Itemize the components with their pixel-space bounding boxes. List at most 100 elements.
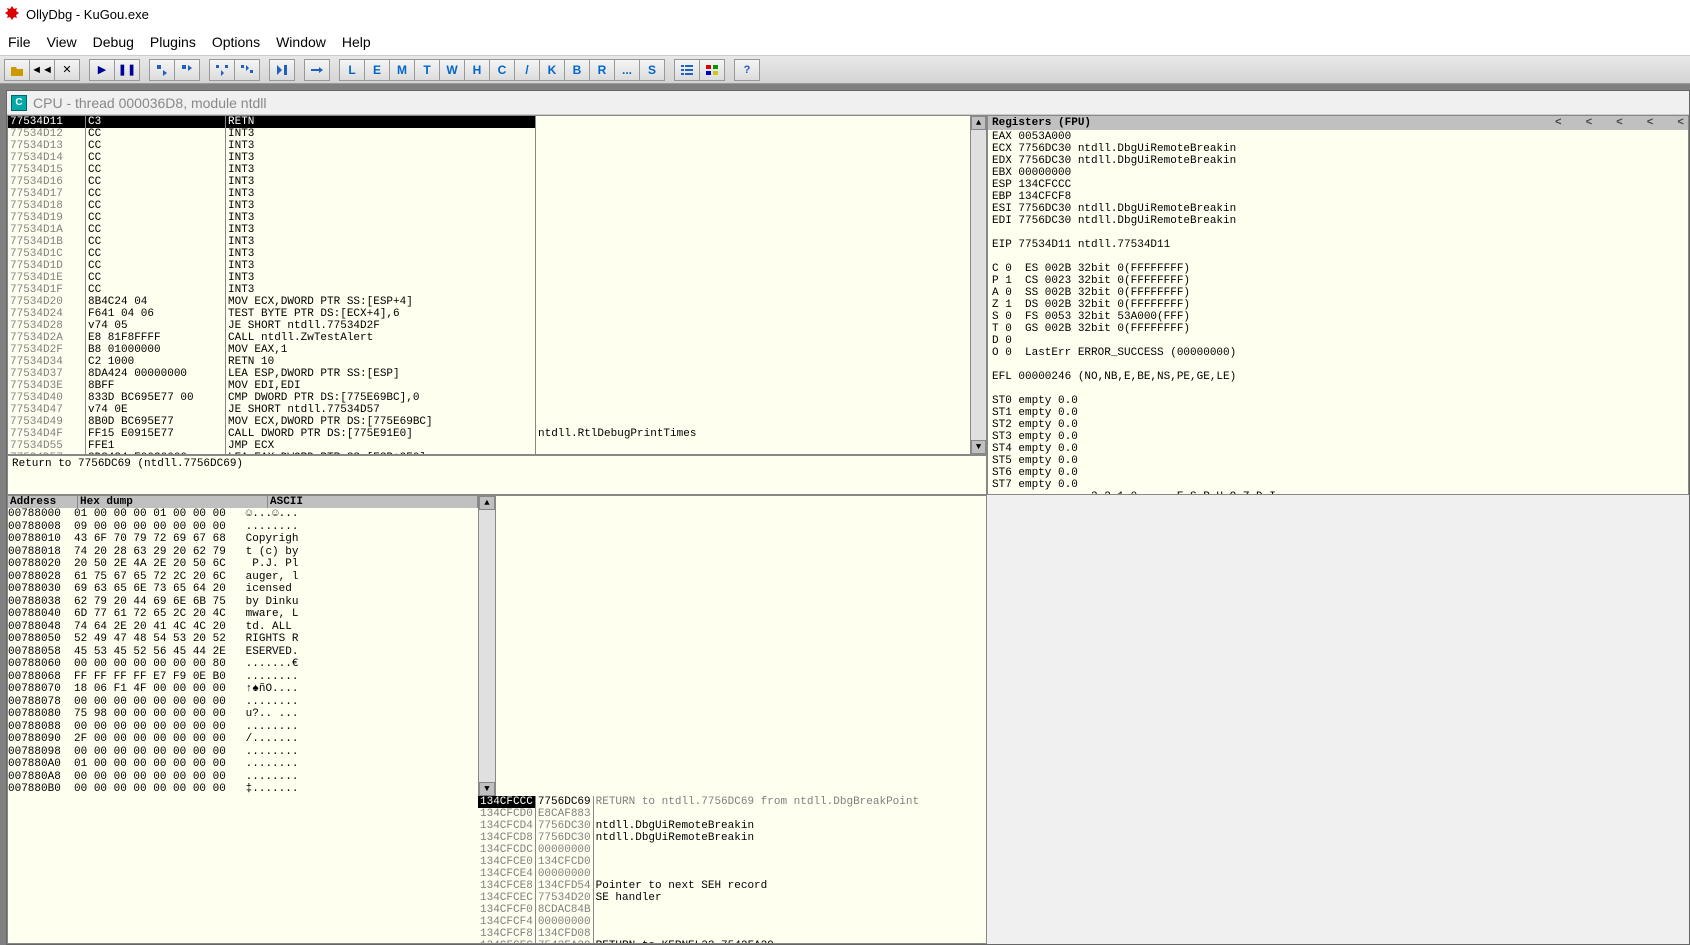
- stack-comment: [594, 844, 921, 856]
- window-...-button[interactable]: ...: [614, 59, 640, 81]
- cpu-window: C CPU - thread 000036D8, module ntdll 77…: [6, 90, 1690, 945]
- disasm-comment: [536, 284, 970, 296]
- stack-pane[interactable]: 134CFCCC134CFCD0134CFCD4134CFCD8134CFCDC…: [478, 796, 496, 945]
- step-into-button[interactable]: [149, 59, 175, 81]
- appearance-grid-button[interactable]: [699, 59, 725, 81]
- disasm-instruction: INT3: [226, 140, 535, 152]
- disasm-bytes: CC: [86, 152, 225, 164]
- dump-row: 00788078 00 00 00 00 00 00 00 00 .......…: [8, 696, 478, 709]
- menu-plugins[interactable]: Plugins: [150, 34, 196, 50]
- stack-value: 134CFD54: [536, 880, 593, 892]
- dump-pane[interactable]: Address Hex dump ASCII 00788000 01 00 00…: [7, 495, 987, 944]
- scroll-up-icon[interactable]: ▲: [971, 116, 986, 130]
- dump-row: 00788028 61 75 67 65 72 2C 20 6C auger, …: [8, 571, 478, 584]
- dump-row: 00788010 43 6F 70 79 72 69 67 68 Copyrig…: [8, 533, 478, 546]
- disasm-address: 77534D1E: [8, 272, 85, 284]
- help-button[interactable]: ?: [734, 59, 760, 81]
- disasm-bytes: CC: [86, 164, 225, 176]
- stack-comment: [594, 928, 921, 940]
- menu-options[interactable]: Options: [212, 34, 260, 50]
- dump-row: 007880B0 00 00 00 00 00 00 00 00 ‡......…: [8, 783, 478, 796]
- disasm-bytes: F641 04 06: [86, 308, 225, 320]
- appearance-list-button[interactable]: [674, 59, 700, 81]
- disasm-bytes: v74 05: [86, 320, 225, 332]
- stack-comment: SE handler: [594, 892, 921, 904]
- window-b-button[interactable]: B: [564, 59, 590, 81]
- run-button[interactable]: ▶: [89, 59, 115, 81]
- rewind-button[interactable]: ◄◄: [29, 59, 55, 81]
- window-/-button[interactable]: /: [514, 59, 540, 81]
- disasm-comment: [536, 440, 970, 452]
- menu-file[interactable]: File: [8, 34, 31, 50]
- menu-help[interactable]: Help: [342, 34, 371, 50]
- disasm-instruction: INT3: [226, 236, 535, 248]
- disasm-instruction: INT3: [226, 260, 535, 272]
- window-s-button[interactable]: S: [639, 59, 665, 81]
- disasm-comment: [536, 188, 970, 200]
- stack-value: 77534D20: [536, 892, 593, 904]
- disasm-scrollbar[interactable]: ▲ ▼: [970, 116, 986, 454]
- disasm-bytes: CC: [86, 272, 225, 284]
- dump-scrollbar[interactable]: ▲ ▼: [478, 496, 496, 796]
- info-pane[interactable]: Return to 7756DC69 (ntdll.7756DC69): [7, 455, 987, 495]
- disasm-comment: [536, 212, 970, 224]
- window-m-button[interactable]: M: [389, 59, 415, 81]
- disasm-comment: [536, 308, 970, 320]
- execute-till-return-button[interactable]: [269, 59, 295, 81]
- window-h-button[interactable]: H: [464, 59, 490, 81]
- toolbar: ◄◄ ✕ ▶ ❚❚ LEMTWHC/KBR...S ?: [0, 56, 1690, 84]
- window-c-button[interactable]: C: [489, 59, 515, 81]
- disassembly-pane[interactable]: 77534D1177534D1277534D1377534D1477534D15…: [7, 115, 987, 455]
- window-t-button[interactable]: T: [414, 59, 440, 81]
- stack-value: 8CDAC84B: [536, 904, 593, 916]
- stack-value: E8CAF883: [536, 808, 593, 820]
- window-e-button[interactable]: E: [364, 59, 390, 81]
- cpu-titlebar[interactable]: C CPU - thread 000036D8, module ntdll: [7, 91, 1689, 115]
- window-l-button[interactable]: L: [339, 59, 365, 81]
- register-nav-arrows[interactable]: <<<<<: [1555, 117, 1684, 129]
- disasm-instruction: INT3: [226, 248, 535, 260]
- open-button[interactable]: [4, 59, 30, 81]
- stack-address: 134CFCCC: [478, 796, 535, 808]
- menu-window[interactable]: Window: [276, 34, 326, 50]
- dump-header-hex: Hex dump: [78, 496, 268, 508]
- disasm-comment: [536, 200, 970, 212]
- scroll-down-icon[interactable]: ▼: [971, 440, 986, 454]
- dump-row: 00788018 74 20 28 63 29 20 62 79 t (c) b…: [8, 546, 478, 559]
- stack-comment: [594, 808, 921, 820]
- disasm-bytes: FFE1: [86, 440, 225, 452]
- dump-header-address: Address: [8, 496, 78, 508]
- pause-button[interactable]: ❚❚: [114, 59, 140, 81]
- disasm-bytes: 8B0D BC695E77: [86, 416, 225, 428]
- scroll-down-icon[interactable]: ▼: [479, 782, 495, 796]
- stack-value: 00000000: [536, 916, 593, 928]
- trace-into-button[interactable]: [209, 59, 235, 81]
- disasm-bytes: CC: [86, 128, 225, 140]
- menu-debug[interactable]: Debug: [93, 34, 134, 50]
- menubar: File View Debug Plugins Options Window Help: [0, 28, 1690, 56]
- disasm-bytes: E8 81F8FFFF: [86, 332, 225, 344]
- disasm-instruction: RETN 10: [226, 356, 535, 368]
- scroll-up-icon[interactable]: ▲: [479, 496, 495, 510]
- disasm-bytes: C3: [86, 116, 225, 128]
- goto-button[interactable]: [304, 59, 330, 81]
- stack-value: 7756DC30: [536, 832, 593, 844]
- disasm-instruction: RETN: [226, 116, 535, 128]
- dump-row: 00788020 20 50 2E 4A 2E 20 50 6C P.J. Pl: [8, 558, 478, 571]
- window-w-button[interactable]: W: [439, 59, 465, 81]
- step-over-button[interactable]: [174, 59, 200, 81]
- stack-value: 00000000: [536, 868, 593, 880]
- disasm-address: 77534D40: [8, 392, 85, 404]
- stack-value: 00000000: [536, 844, 593, 856]
- trace-over-button[interactable]: [234, 59, 260, 81]
- close-button[interactable]: ✕: [54, 59, 80, 81]
- disasm-address: 77534D2F: [8, 344, 85, 356]
- disasm-comment: [536, 128, 970, 140]
- window-k-button[interactable]: K: [539, 59, 565, 81]
- disasm-instruction: INT3: [226, 224, 535, 236]
- menu-view[interactable]: View: [47, 34, 77, 50]
- disasm-instruction: LEA ESP,DWORD PTR SS:[ESP]: [226, 368, 535, 380]
- window-r-button[interactable]: R: [589, 59, 615, 81]
- registers-pane[interactable]: Registers (FPU) <<<<< EAX 0053A000 ECX 7…: [987, 115, 1689, 495]
- disasm-instruction: INT3: [226, 164, 535, 176]
